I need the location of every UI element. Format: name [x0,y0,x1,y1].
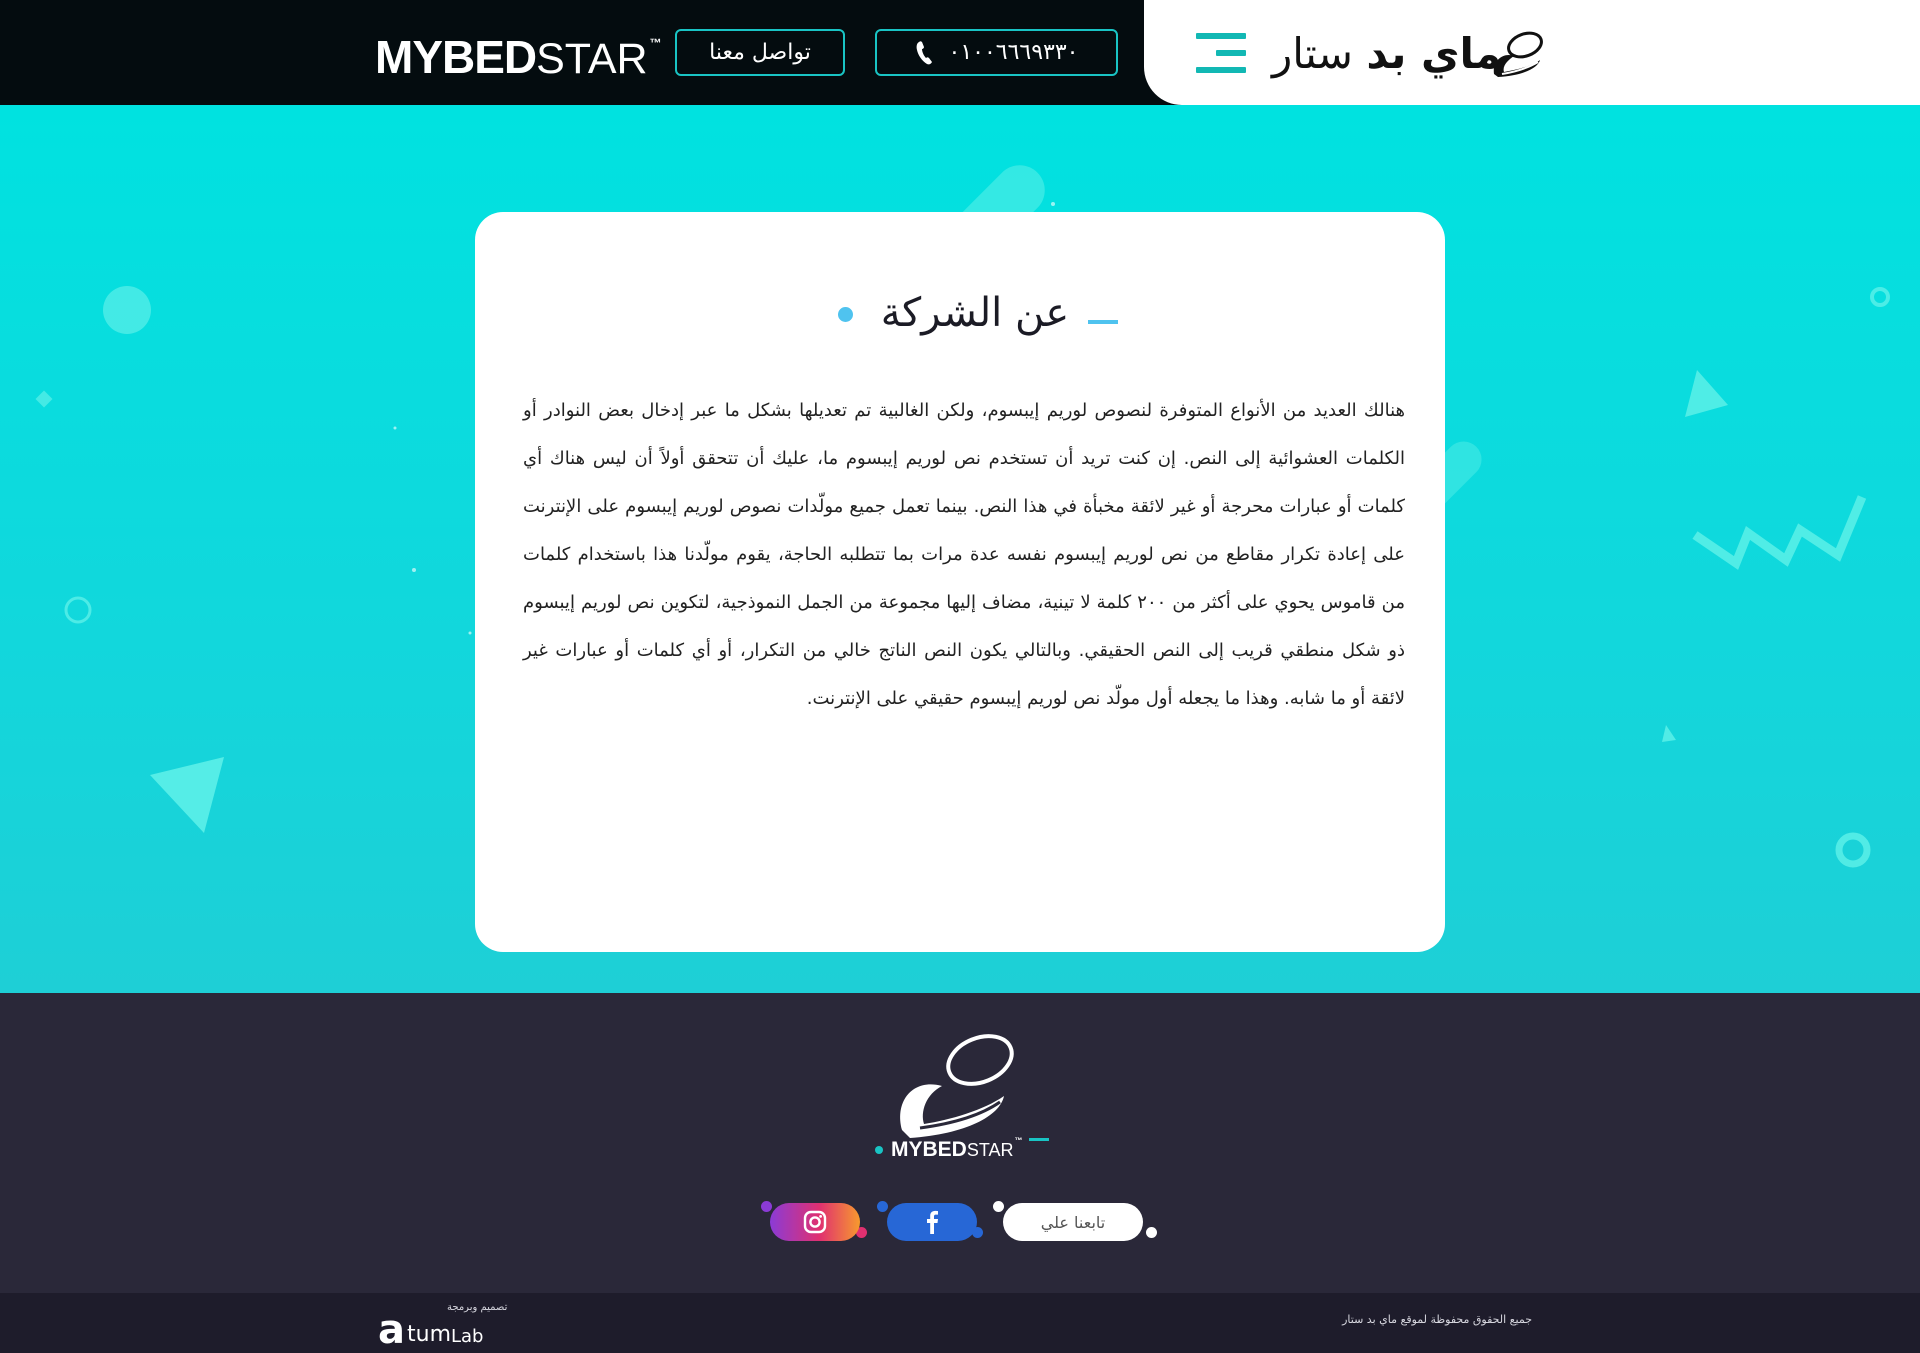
page-title: عن الشركة [880,290,1070,336]
designer-logo[interactable]: a tum Lab [378,1307,484,1353]
social-links: تابعنا علي [760,1201,1170,1243]
brand-en-trademark: ™ [649,36,662,50]
brand-ar-light: ستار [1272,28,1353,78]
phone-number: ٠١٠٠٦٦٦٩٣٣٠ [948,40,1079,65]
brand-en-thin: STAR [536,35,648,83]
card-title-wrap: عن الشركة [475,290,1445,340]
menu-icon[interactable] [1196,33,1246,73]
phone-button[interactable]: ٠١٠٠٦٦٦٩٣٣٠ [875,29,1118,76]
facebook-link[interactable] [887,1203,977,1241]
about-section: عن الشركة هنالك العديد من الأنواع المتوف… [0,105,1920,993]
footer-logo-icon[interactable] [880,1020,1040,1155]
social-dot [993,1201,1004,1212]
social-dot [877,1201,888,1212]
footer-brand-dot [875,1146,883,1154]
footer-brand-thin: STAR [966,1139,1014,1160]
site-footer: MYBED STAR ™ تابعنا علي [0,993,1920,1293]
brand-en-bold: MYBED [375,31,537,83]
social-dot [761,1201,772,1212]
brand-name-arabic[interactable]: ماي بد ستار [1272,26,1501,80]
designer-logo-tum: tum [407,1322,451,1347]
about-card: عن الشركة هنالك العديد من الأنواع المتوف… [475,212,1445,952]
designer-logo-a: a [378,1307,405,1353]
copyright-text: جميع الحقوق محفوظة لموقع ماي بد ستار [1342,1313,1532,1326]
footer-brand-dash [1028,1137,1049,1141]
about-text: هنالك العديد من الأنواع المتوفرة لنصوص ل… [523,400,1405,709]
footer-brand-trademark: ™ [1014,1136,1023,1145]
title-dash [1088,320,1118,324]
designer-logo-lab: Lab [451,1326,484,1347]
contact-us-button[interactable]: تواصل معنا [675,29,845,76]
site-header: ماي بد ستار ٠١٠٠٦٦٦٩٣٣٠ تواصل معنا MYBED… [0,0,1920,105]
instagram-icon [803,1210,827,1234]
brand-ar-bold: ماي بد [1366,28,1502,78]
bottom-bar: جميع الحقوق محفوظة لموقع ماي بد ستار تصم… [0,1293,1920,1353]
instagram-link[interactable] [770,1203,860,1241]
footer-brand: MYBED STAR ™ [875,1136,1049,1164]
social-dot [1146,1227,1157,1238]
phone-icon [916,40,932,64]
brand-name-english[interactable]: MYBED STAR ™ [375,30,662,83]
facebook-icon [927,1210,938,1234]
footer-brand-bold: MYBED [891,1138,967,1161]
follow-us-label: تابعنا علي [1003,1203,1143,1241]
